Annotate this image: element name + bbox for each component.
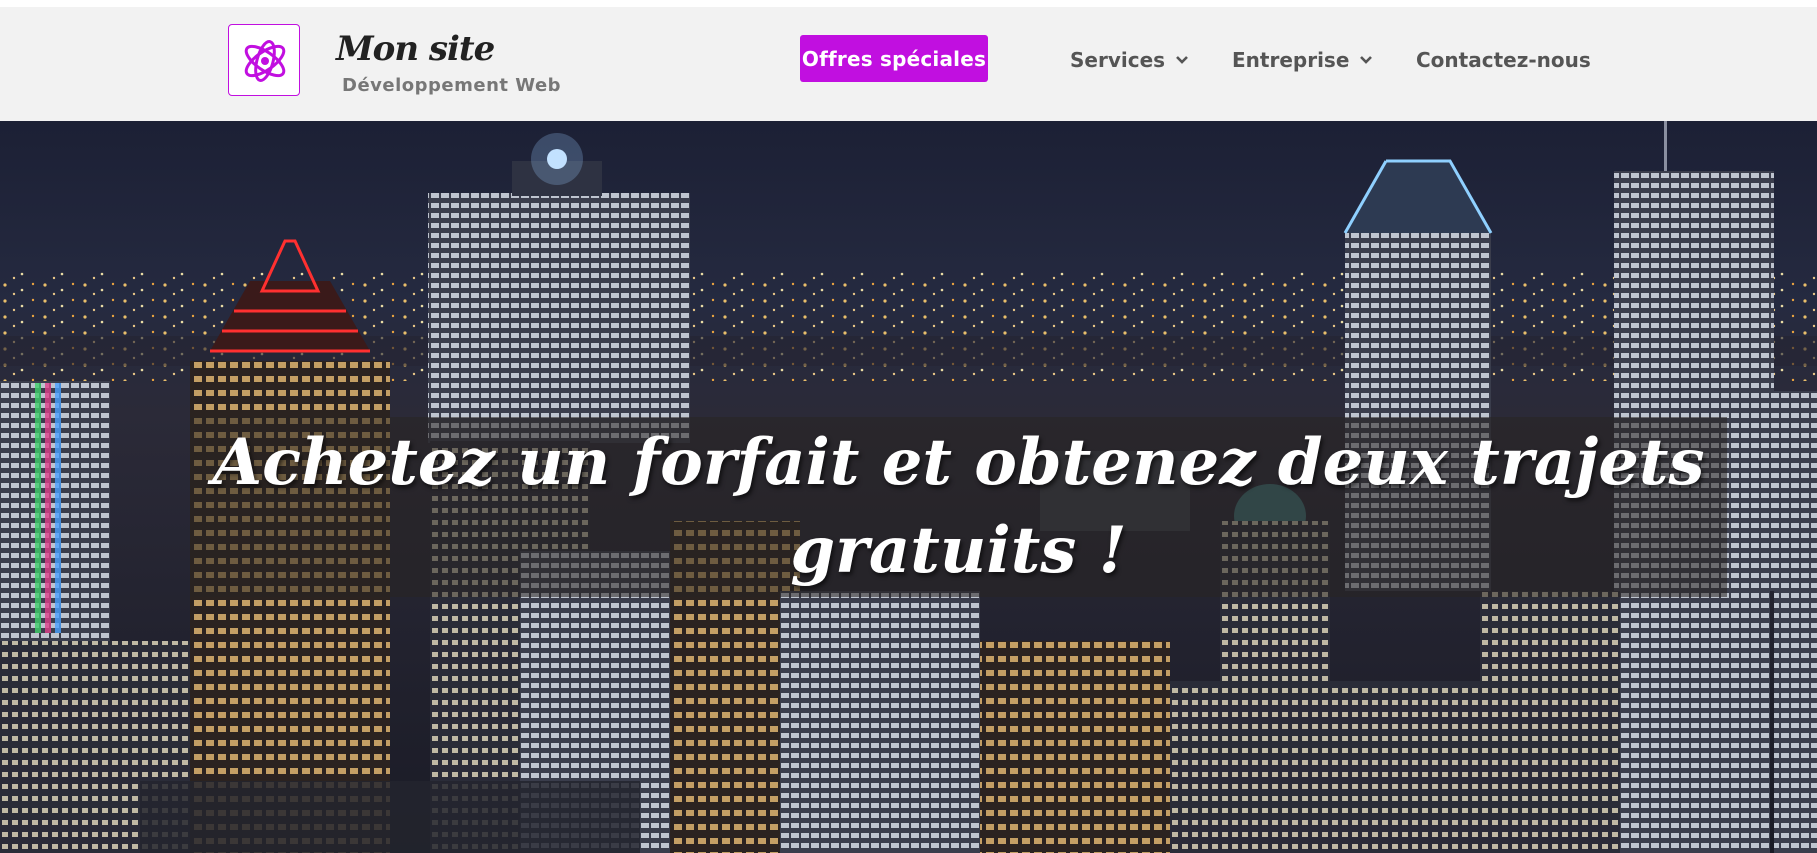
hero-title: Achetez un forfait et obtenez deux traje…: [212, 425, 1705, 588]
nav-item-contact[interactable]: Contactez-nous: [1416, 47, 1591, 73]
special-offers-button[interactable]: Offres spéciales: [800, 35, 988, 82]
logo-icon[interactable]: [228, 24, 300, 96]
site-header: Mon site Développement Web Offres spécia…: [0, 7, 1817, 121]
nav-item-label: Services: [1070, 48, 1166, 72]
nav-item-label: Entreprise: [1232, 48, 1350, 72]
hero-banner: Achetez un forfait et obtenez deux traje…: [0, 121, 1817, 853]
nav-item-label: Contactez-nous: [1416, 48, 1591, 72]
top-strip: [0, 0, 1817, 7]
site-tagline: Développement Web: [342, 75, 562, 96]
site-title[interactable]: Mon site: [336, 29, 495, 69]
nav-item-entreprise[interactable]: Entreprise: [1232, 47, 1373, 73]
chevron-down-icon: [1176, 56, 1188, 64]
chevron-down-icon: [1360, 56, 1373, 64]
nav-item-services[interactable]: Services: [1070, 47, 1189, 73]
